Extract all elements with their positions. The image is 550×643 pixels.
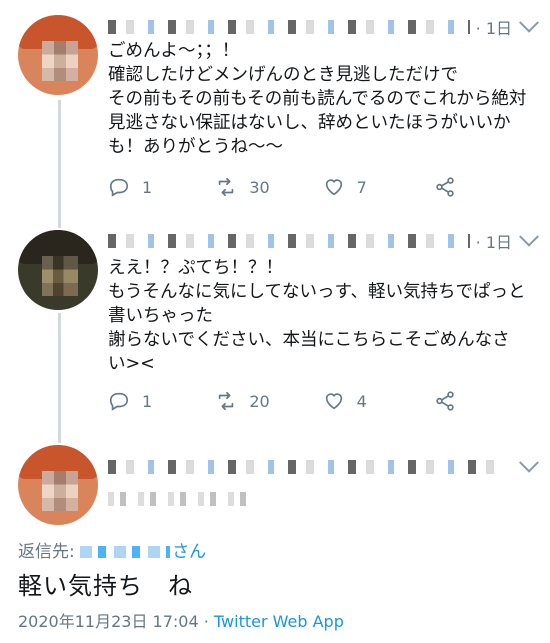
chevron-down-icon[interactable] — [519, 12, 539, 33]
reply-button[interactable]: 1 — [108, 390, 215, 412]
share-button[interactable] — [434, 176, 468, 198]
like-count: 4 — [356, 391, 367, 411]
tweet-header: · 1日 — [108, 12, 539, 39]
retweet-button[interactable]: 20 — [215, 390, 322, 412]
reply-to-handle[interactable] — [80, 546, 171, 558]
share-icon — [436, 391, 454, 411]
avatar[interactable] — [18, 445, 98, 525]
reply-count: 1 — [142, 391, 153, 411]
tweet-header: · 1日 — [108, 226, 539, 253]
reply-to-label: 返信先: — [18, 542, 75, 562]
like-button[interactable]: 4 — [323, 390, 430, 412]
source-app-link[interactable]: Twitter Web App — [214, 612, 344, 631]
chevron-down-icon[interactable] — [519, 226, 539, 247]
like-button[interactable]: 7 — [323, 176, 430, 198]
retweet-icon — [219, 391, 234, 411]
retweet-count: 30 — [249, 177, 270, 197]
meta-separator: · — [198, 612, 214, 631]
tweet-text: ごめんよ〜；；！ 確認したけどメンげんのとき見逃しただけで その前もその前もその… — [108, 41, 527, 157]
tweet-actions: 1 30 7 — [108, 175, 468, 199]
reply-button[interactable]: 1 — [108, 176, 215, 198]
blurred-username[interactable] — [108, 460, 506, 474]
tweet-date[interactable]: 2020年11月23日 17:04 — [18, 612, 199, 631]
reply-icon — [109, 178, 129, 197]
retweet-count: 20 — [249, 391, 270, 411]
blurred-username[interactable] — [108, 20, 470, 34]
tweet-text: ええ！？ぷてち！？！ もうそんなに気にしてないっす、軽い気持ちでぱっと 書いちゃ… — [108, 258, 526, 374]
chevron-down-icon[interactable] — [519, 452, 539, 473]
tweet-header — [108, 452, 539, 479]
thread-line — [58, 313, 61, 443]
heart-icon — [325, 179, 342, 196]
share-button[interactable] — [434, 390, 468, 412]
avatar[interactable] — [18, 230, 98, 310]
like-count: 7 — [356, 177, 367, 197]
avatar[interactable] — [18, 15, 98, 95]
heart-icon — [325, 393, 342, 410]
share-icon — [436, 177, 454, 197]
focused-tweet-text: 軽い気持ち ね — [18, 572, 193, 600]
reply-count: 1 — [142, 177, 153, 197]
blurred-username[interactable] — [108, 234, 470, 248]
tweet-meta: 2020年11月23日 17:04 · Twitter Web App — [18, 608, 344, 632]
reply-to-suffix[interactable]: さん — [172, 542, 206, 562]
retweet-icon — [219, 177, 234, 197]
tweet-actions: 1 20 4 — [108, 389, 468, 413]
retweet-button[interactable]: 30 — [215, 176, 322, 198]
reply-icon — [109, 392, 129, 411]
tweet-time[interactable]: · 1日 — [476, 15, 512, 39]
blurred-handle — [108, 492, 258, 506]
tweet-time[interactable]: · 1日 — [476, 229, 512, 253]
thread-line — [58, 100, 61, 228]
reply-to: 返信先: さん — [18, 537, 206, 562]
